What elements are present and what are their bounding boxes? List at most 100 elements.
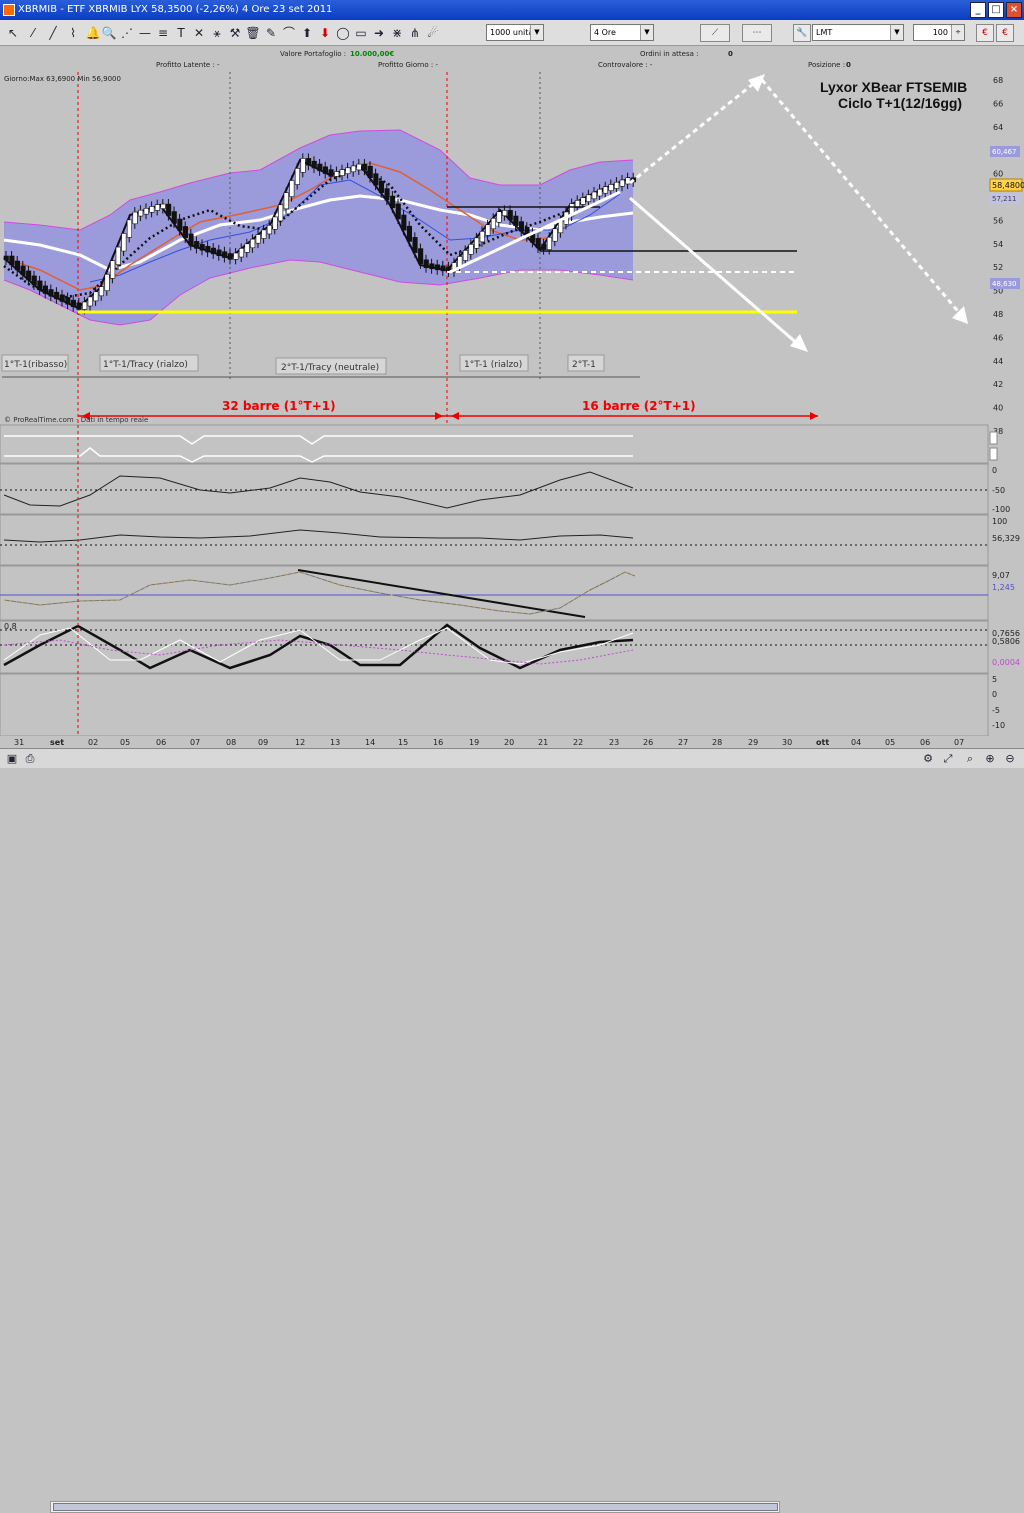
candle — [222, 251, 228, 258]
x-tick: 16 — [433, 738, 443, 747]
candle — [289, 180, 295, 197]
candle — [48, 289, 54, 297]
candle — [490, 217, 497, 230]
candle — [485, 224, 491, 236]
candle — [507, 210, 513, 221]
x-tick: 23 — [609, 738, 619, 747]
candle — [535, 238, 541, 249]
candle — [311, 160, 317, 169]
candle — [194, 241, 200, 249]
osc3-value-1: 9,07 — [992, 571, 1010, 580]
copyright: © ProRealTime.com - Dati in tempo reale — [4, 416, 148, 424]
candle — [378, 180, 385, 193]
candle — [294, 168, 301, 185]
x-tick: set — [50, 738, 64, 747]
candle — [423, 259, 429, 269]
osc2-value: 56,329 — [992, 534, 1020, 543]
candle — [54, 291, 60, 300]
candle — [345, 167, 351, 174]
y-tick: 48 — [993, 310, 1003, 319]
x-tick: 06 — [156, 738, 166, 747]
candle — [126, 219, 132, 238]
settings-icon[interactable]: ⚙ — [920, 751, 936, 767]
candle — [328, 169, 334, 177]
x-tick: 05 — [885, 738, 895, 747]
candle — [98, 286, 104, 297]
candle — [367, 165, 373, 178]
x-tick: 12 — [295, 738, 305, 747]
candle — [149, 206, 155, 213]
x-tick: 07 — [190, 738, 200, 747]
cycle-label-5: 2°T-1 — [572, 360, 596, 370]
x-tick: 13 — [330, 738, 340, 747]
candle — [619, 179, 625, 187]
bar-count-2: 16 barre (2°T+1) — [582, 399, 696, 413]
osc4-value-2: 0,5806 — [992, 637, 1020, 646]
annotation-subtitle: Ciclo T+1(12/16gg) — [838, 95, 962, 111]
osc4-tick-2: 0 — [992, 690, 997, 699]
candle — [462, 250, 469, 261]
osc4-tick-1: 5 — [992, 675, 997, 684]
candle — [42, 285, 49, 294]
x-tick: 30 — [782, 738, 792, 747]
x-tick: 07 — [954, 738, 964, 747]
candle — [373, 173, 379, 186]
zoom-reset-icon[interactable]: ⌕ — [962, 751, 978, 767]
candle — [171, 211, 177, 224]
candle — [283, 192, 289, 210]
daily-range: Giorno:Max 63,6900 Min 56,9000 — [4, 75, 121, 83]
x-tick: 28 — [712, 738, 722, 747]
candle — [412, 237, 418, 253]
candle — [339, 169, 345, 176]
candle — [160, 203, 166, 209]
scrollbar-thumb[interactable] — [53, 1503, 778, 1511]
x-tick: 05 — [120, 738, 130, 747]
oscillator-panel-1 — [0, 424, 998, 464]
candle — [238, 248, 244, 258]
candle — [401, 214, 407, 231]
zoom-fit-icon[interactable]: ⤢ — [940, 751, 956, 767]
oscillator-panel-2 — [0, 463, 989, 515]
y-tick: 60 — [993, 170, 1003, 179]
candle — [216, 249, 222, 257]
candle — [300, 158, 306, 173]
annotation-title: Lyxor XBear FTSEMIB — [820, 79, 967, 95]
chart-area[interactable]: 1°T-1(ribasso) 1°T-1/Tracy (rialzo) 2°T-… — [0, 0, 1024, 768]
candle — [59, 294, 65, 302]
x-tick: 09 — [258, 738, 268, 747]
x-tick: 20 — [504, 738, 514, 747]
candle — [614, 181, 620, 189]
candle — [76, 302, 82, 310]
candle — [496, 211, 502, 223]
x-tick: 29 — [748, 738, 758, 747]
oscillator-panel-5 — [0, 620, 989, 674]
zoom-out-icon[interactable]: ⊖ — [1002, 751, 1018, 767]
y-tick: 44 — [993, 357, 1003, 366]
x-tick: 31 — [14, 738, 24, 747]
candle — [306, 158, 312, 166]
chart-scrollbar[interactable] — [50, 1501, 780, 1513]
candle — [278, 204, 284, 222]
candle — [14, 260, 20, 271]
osc1-tick-1: 0 — [992, 466, 997, 475]
candle — [9, 255, 15, 266]
candle — [82, 301, 88, 310]
candle — [182, 226, 188, 239]
candle — [468, 244, 474, 255]
candle — [110, 260, 116, 279]
candle — [177, 218, 183, 231]
candle — [406, 225, 413, 242]
zoom-in-icon[interactable]: ⊕ — [982, 751, 998, 767]
save-icon[interactable]: ▣ — [4, 751, 20, 767]
candle — [479, 231, 485, 243]
candle — [390, 195, 396, 209]
candle — [26, 270, 32, 281]
candle — [591, 191, 597, 200]
candle — [502, 210, 508, 217]
print-icon[interactable]: ⎙ — [22, 751, 38, 767]
y-tick: 56 — [993, 216, 1003, 225]
candle — [188, 233, 194, 246]
y-tick: 52 — [993, 263, 1003, 272]
x-tick: 14 — [365, 738, 375, 747]
candle — [395, 203, 401, 220]
